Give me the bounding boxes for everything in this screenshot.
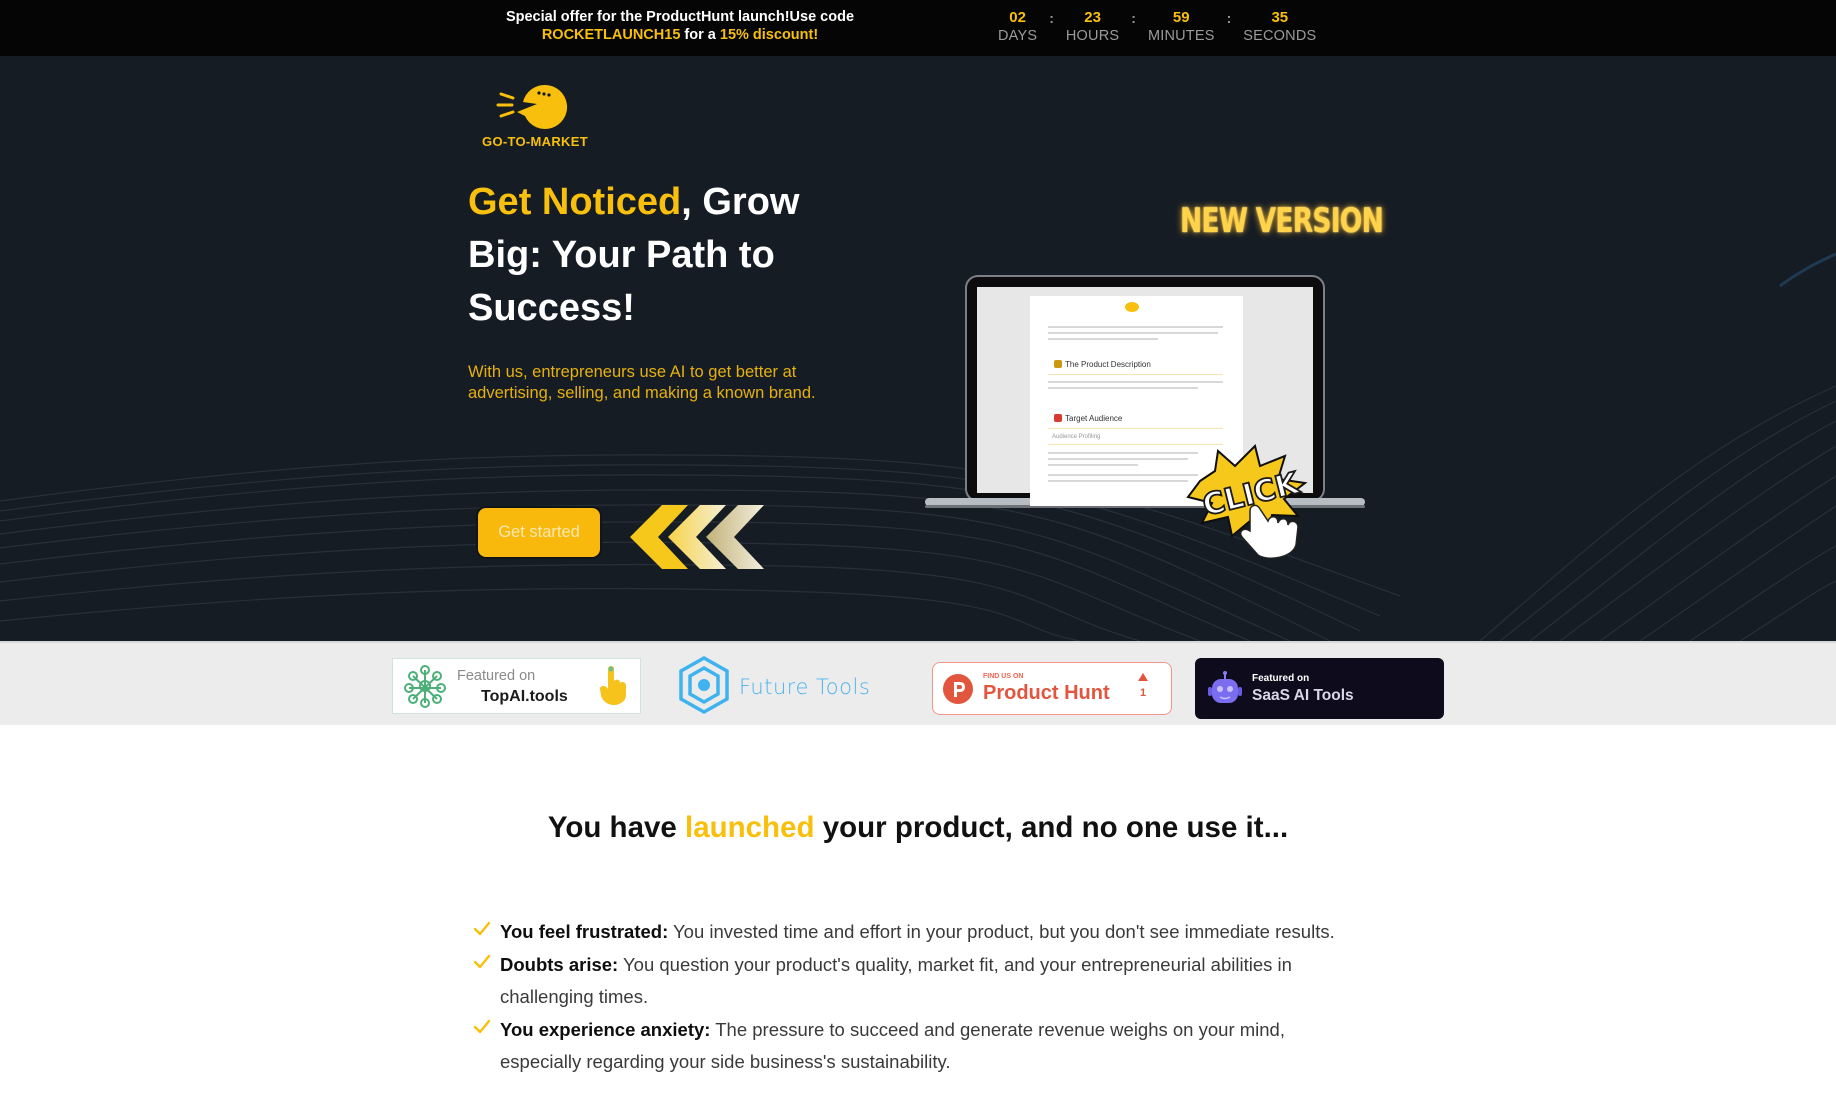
hexagon-logo-icon bbox=[679, 655, 729, 715]
badge-future-tools[interactable]: Future Tools bbox=[677, 655, 892, 717]
featured-logos-bar: Featured on TopAI.tools Future Tools FIN… bbox=[0, 641, 1836, 725]
ph-name: Product Hunt bbox=[983, 682, 1110, 704]
topai-name: TopAI.tools bbox=[481, 688, 568, 705]
countdown-timer: 02 DAYS : 23 HOURS : 59 MINUTES : 35 SEC… bbox=[998, 9, 1316, 45]
hero-subtext: With us, entrepreneurs use AI to get bet… bbox=[468, 363, 816, 402]
saas-name: SaaS AI Tools bbox=[1252, 687, 1354, 704]
promo-discount: 15% discount! bbox=[719, 27, 819, 43]
get-started-button[interactable]: Get started bbox=[478, 508, 600, 557]
screen-heading-target-audience: Target Audience bbox=[1054, 414, 1122, 423]
pain-point-title: You experience anxiety: bbox=[500, 1018, 711, 1040]
promo-banner: Special offer for the ProductHunt launch… bbox=[0, 0, 1836, 56]
pain-point-title: Doubts arise: bbox=[500, 953, 619, 975]
pain-point-text: You invested time and effort in your pro… bbox=[668, 921, 1335, 942]
title-part: your product, and no one use it... bbox=[814, 811, 1289, 844]
hero-headline: Get Noticed, Grow Big: Your Path to Succ… bbox=[468, 176, 848, 335]
headline-highlight: Get Noticed bbox=[468, 181, 682, 223]
brand-name: GO-TO-MARKET bbox=[482, 134, 588, 149]
product-hunt-logo-icon bbox=[943, 674, 973, 704]
ph-find-us-label: FIND US ON bbox=[983, 673, 1024, 680]
box-icon bbox=[1054, 360, 1062, 368]
network-icon bbox=[404, 665, 446, 708]
checkmark-icon bbox=[473, 1019, 491, 1033]
countdown-days: 02 DAYS bbox=[998, 9, 1037, 45]
new-version-badge: NEW VERSION bbox=[1180, 201, 1384, 241]
click-burst-icon: CLICK bbox=[1186, 444, 1308, 559]
list-item: You experience anxiety: The pressure to … bbox=[470, 1014, 1370, 1079]
countdown-hours: 23 HOURS bbox=[1066, 9, 1119, 45]
title-part: You have bbox=[547, 811, 685, 844]
countdown-separator: : bbox=[1049, 10, 1054, 26]
pain-points-list: You feel frustrated: You invested time a… bbox=[470, 916, 1370, 1079]
countdown-seconds-label: SECONDS bbox=[1243, 28, 1317, 44]
pointing-hand-icon bbox=[600, 666, 626, 705]
ph-upvote-count: 1 bbox=[1139, 687, 1147, 699]
countdown-seconds: 35 SECONDS bbox=[1243, 9, 1316, 45]
upvote-arrow-icon bbox=[1138, 673, 1148, 681]
countdown-hours-label: HOURS bbox=[1065, 28, 1120, 44]
title-highlight: launched bbox=[685, 811, 815, 844]
wave-lines-background bbox=[0, 252, 1836, 641]
brand-logo[interactable]: GO-TO-MARKET bbox=[473, 82, 597, 152]
hero-section: GO-TO-MARKET Get Noticed, Grow Big: Your… bbox=[0, 56, 1836, 641]
screen-heading-product-description: The Product Description bbox=[1054, 360, 1151, 369]
countdown-days-label: DAYS bbox=[998, 28, 1038, 44]
promo-text-intro: Special offer for the ProductHunt launch… bbox=[505, 9, 855, 25]
badge-product-hunt[interactable]: FIND US ON Product Hunt 1 bbox=[932, 662, 1172, 715]
checkmark-icon bbox=[473, 921, 491, 936]
screen-heading-text: The Product Description bbox=[1065, 360, 1151, 369]
problem-section-title: You have launched your product, and no o… bbox=[0, 811, 1836, 845]
future-tools-name: Future Tools bbox=[739, 675, 871, 699]
saas-featured-label: Featured on bbox=[1252, 673, 1310, 684]
promo-text: Special offer for the ProductHunt launch… bbox=[470, 8, 890, 44]
countdown-separator: : bbox=[1131, 10, 1136, 26]
countdown-days-value: 02 bbox=[1009, 9, 1026, 26]
promo-code: ROCKETLAUNCH15 bbox=[541, 27, 681, 43]
list-item: Doubts arise: You question your product'… bbox=[470, 949, 1370, 1014]
screen-heading-text: Target Audience bbox=[1065, 414, 1123, 423]
countdown-minutes: 59 MINUTES bbox=[1148, 9, 1215, 45]
countdown-minutes-value: 59 bbox=[1172, 9, 1190, 26]
countdown-separator: : bbox=[1226, 10, 1232, 26]
badge-topai-tools[interactable]: Featured on TopAI.tools bbox=[392, 658, 641, 714]
countdown-seconds-value: 35 bbox=[1271, 9, 1289, 26]
promo-text-middle: for a bbox=[680, 27, 720, 43]
countdown-hours-value: 23 bbox=[1084, 9, 1101, 26]
badge-saas-ai-tools[interactable]: Featured on SaaS AI Tools bbox=[1195, 658, 1444, 719]
robot-icon bbox=[1208, 671, 1242, 703]
checkmark-icon bbox=[473, 954, 491, 968]
topai-featured-label: Featured on bbox=[457, 668, 536, 684]
screen-subheading: Audience Profiling bbox=[1052, 434, 1101, 440]
pacman-megaphone-icon bbox=[496, 84, 568, 129]
target-icon bbox=[1054, 414, 1062, 422]
list-item: You feel frustrated: You invested time a… bbox=[470, 916, 1370, 949]
pain-point-title: You feel frustrated: bbox=[500, 921, 669, 942]
countdown-minutes-label: MINUTES bbox=[1147, 28, 1215, 44]
screen-logo-icon bbox=[1125, 302, 1139, 312]
pain-point-text: You question your product's quality, mar… bbox=[500, 953, 1292, 1008]
chevrons-left-icon bbox=[630, 505, 764, 569]
